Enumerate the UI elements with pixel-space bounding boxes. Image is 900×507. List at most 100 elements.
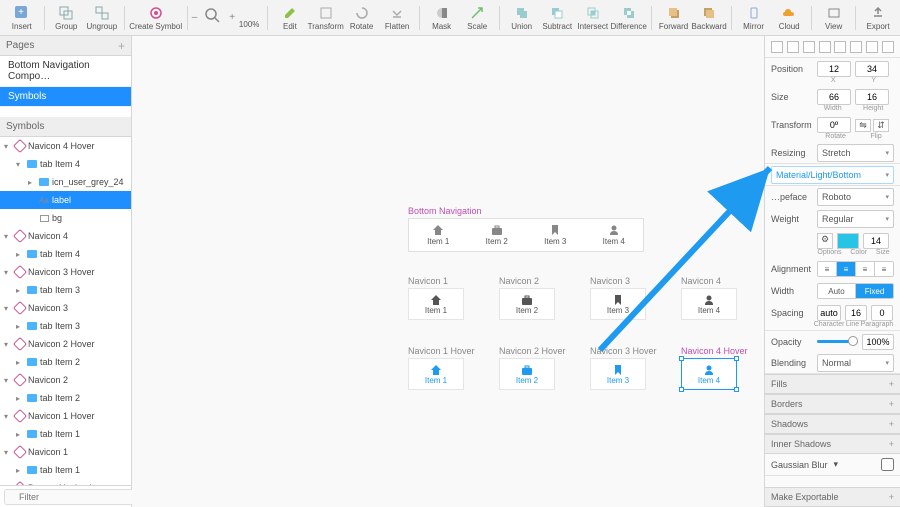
chevron-right-icon[interactable]: ▸: [16, 250, 24, 259]
toolbar-flatten[interactable]: Flatten: [379, 5, 415, 31]
toolbar-rotate[interactable]: Rotate: [344, 5, 380, 31]
page-row[interactable]: Bottom Navigation Compo…: [0, 56, 131, 87]
distribute-h-icon[interactable]: [866, 41, 878, 53]
make-exportable-header[interactable]: Make Exportable+: [765, 487, 900, 507]
blending-select[interactable]: Normal▾: [817, 354, 894, 372]
artboard-navicon[interactable]: Item 2: [499, 288, 555, 320]
chevron-down-icon[interactable]: ▾: [4, 448, 12, 457]
page-row-selected[interactable]: Symbols: [0, 87, 131, 107]
align-bottom-icon[interactable]: [850, 41, 862, 53]
artboard-navicon-hover[interactable]: Item 4: [681, 358, 737, 390]
selection-handle[interactable]: [734, 356, 739, 361]
text-align-segment[interactable]: ≡≡≡≡: [817, 261, 894, 277]
height-input[interactable]: [855, 89, 889, 105]
toolbar-cloud[interactable]: Cloud: [771, 5, 807, 31]
toolbar-backward[interactable]: Backward: [691, 5, 727, 31]
options-icon[interactable]: ⚙: [817, 233, 833, 249]
color-swatch[interactable]: [837, 233, 859, 249]
toolbar-view[interactable]: View: [816, 5, 852, 31]
artboard-label[interactable]: Navicon 2 Hover: [499, 346, 566, 356]
add-page-icon[interactable]: +: [118, 39, 125, 53]
artboard-label[interactable]: Navicon 2: [499, 276, 539, 286]
chevron-right-icon[interactable]: ▸: [28, 178, 36, 187]
opacity-slider[interactable]: [817, 340, 858, 343]
layer-row[interactable]: ▾Navicon 1: [0, 443, 131, 461]
toolbar-forward[interactable]: Forward: [656, 5, 692, 31]
chevron-right-icon[interactable]: ▸: [16, 466, 24, 475]
artboard-label[interactable]: Navicon 4 Hover: [681, 346, 748, 356]
chevron-right-icon[interactable]: ▸: [16, 358, 24, 367]
chevron-down-icon[interactable]: ▾: [16, 160, 24, 169]
artboard-label[interactable]: Navicon 4: [681, 276, 721, 286]
toolbar-zoom[interactable]: – +: [192, 8, 235, 27]
layer-row[interactable]: ▸icn_user_grey_24: [0, 173, 131, 191]
para-spacing-input[interactable]: [871, 305, 893, 321]
artboard-navicon-hover[interactable]: Item 1: [408, 358, 464, 390]
layer-row[interactable]: bg: [0, 209, 131, 227]
artboard-label[interactable]: Navicon 3: [590, 276, 630, 286]
zoom-value[interactable]: 100%: [235, 6, 263, 29]
position-y-input[interactable]: [855, 61, 889, 77]
artboard-bottom-nav[interactable]: Item 1 Item 2 Item 3 Item 4: [408, 218, 644, 252]
toolbar-mirror[interactable]: Mirror: [736, 5, 772, 31]
distribute-v-icon[interactable]: [882, 41, 894, 53]
layer-row[interactable]: ▸tab Item 2: [0, 353, 131, 371]
filter-input[interactable]: [4, 489, 141, 505]
toolbar-difference[interactable]: Difference: [611, 5, 647, 31]
layer-row[interactable]: ▾Navicon 2: [0, 371, 131, 389]
width-input[interactable]: [817, 89, 851, 105]
toolbar-edit[interactable]: Edit: [272, 5, 308, 31]
toolbar-intersect[interactable]: Intersect: [575, 5, 611, 31]
chevron-down-icon[interactable]: ▾: [4, 232, 12, 241]
chevron-down-icon[interactable]: ▾: [4, 142, 12, 151]
chevron-down-icon[interactable]: ▾: [4, 304, 12, 313]
typeface-select[interactable]: Roboto▾: [817, 188, 894, 206]
opacity-input[interactable]: [862, 334, 894, 350]
flip-v-icon[interactable]: ⇵: [873, 119, 889, 132]
chevron-down-icon[interactable]: ▾: [4, 268, 12, 277]
toolbar-group[interactable]: Group: [48, 5, 84, 31]
chevron-right-icon[interactable]: ▸: [16, 430, 24, 439]
chevron-down-icon[interactable]: ▾: [4, 340, 12, 349]
layer-row[interactable]: ▸tab Item 3: [0, 281, 131, 299]
fills-header[interactable]: Fills+: [765, 374, 900, 394]
position-x-input[interactable]: [817, 61, 851, 77]
layer-row[interactable]: ▾Navicon 2 Hover: [0, 335, 131, 353]
weight-select[interactable]: Regular▾: [817, 210, 894, 228]
artboard-navicon-hover[interactable]: Item 3: [590, 358, 646, 390]
layer-row[interactable]: Aalabel: [0, 191, 131, 209]
toolbar-ungroup[interactable]: Ungroup: [84, 5, 120, 31]
layer-row[interactable]: ▾tab Item 4: [0, 155, 131, 173]
rotate-input[interactable]: [817, 117, 851, 133]
chevron-down-icon[interactable]: ▾: [4, 412, 12, 421]
layer-row[interactable]: ▾Navicon 1 Hover: [0, 407, 131, 425]
align-top-icon[interactable]: [819, 41, 831, 53]
toolbar-insert[interactable]: + Insert: [4, 5, 40, 31]
artboard-label[interactable]: Navicon 1: [408, 276, 448, 286]
align-center-v-icon[interactable]: [834, 41, 846, 53]
artboard-label[interactable]: Bottom Navigation: [408, 206, 482, 216]
inner-shadows-header[interactable]: Inner Shadows+: [765, 434, 900, 454]
artboard-label[interactable]: Navicon 3 Hover: [590, 346, 657, 356]
shadows-header[interactable]: Shadows+: [765, 414, 900, 434]
blur-checkbox[interactable]: [881, 458, 894, 471]
layer-row[interactable]: ▾Navicon 3 Hover: [0, 263, 131, 281]
selection-handle[interactable]: [734, 387, 739, 392]
chevron-right-icon[interactable]: ▸: [16, 322, 24, 331]
layer-row[interactable]: ▸tab Item 2: [0, 389, 131, 407]
chevron-right-icon[interactable]: ▸: [16, 394, 24, 403]
selection-handle[interactable]: [679, 356, 684, 361]
artboard-navicon-hover[interactable]: Item 2: [499, 358, 555, 390]
toolbar-union[interactable]: Union: [504, 5, 540, 31]
align-right-icon[interactable]: [803, 41, 815, 53]
artboard-navicon[interactable]: Item 4: [681, 288, 737, 320]
layer-row[interactable]: ▾Navicon 4 Hover: [0, 137, 131, 155]
char-spacing-input[interactable]: [817, 305, 841, 321]
layer-row[interactable]: ▸tab Item 1: [0, 425, 131, 443]
symbol-source-field[interactable]: Material/Light/Bottom▾: [771, 166, 894, 184]
resizing-select[interactable]: Stretch▾: [817, 144, 894, 162]
selection-handle[interactable]: [679, 387, 684, 392]
align-center-h-icon[interactable]: [787, 41, 799, 53]
layer-row[interactable]: ▸tab Item 3: [0, 317, 131, 335]
canvas[interactable]: Bottom Navigation Item 1 Item 2 Item 3 I…: [132, 36, 764, 507]
